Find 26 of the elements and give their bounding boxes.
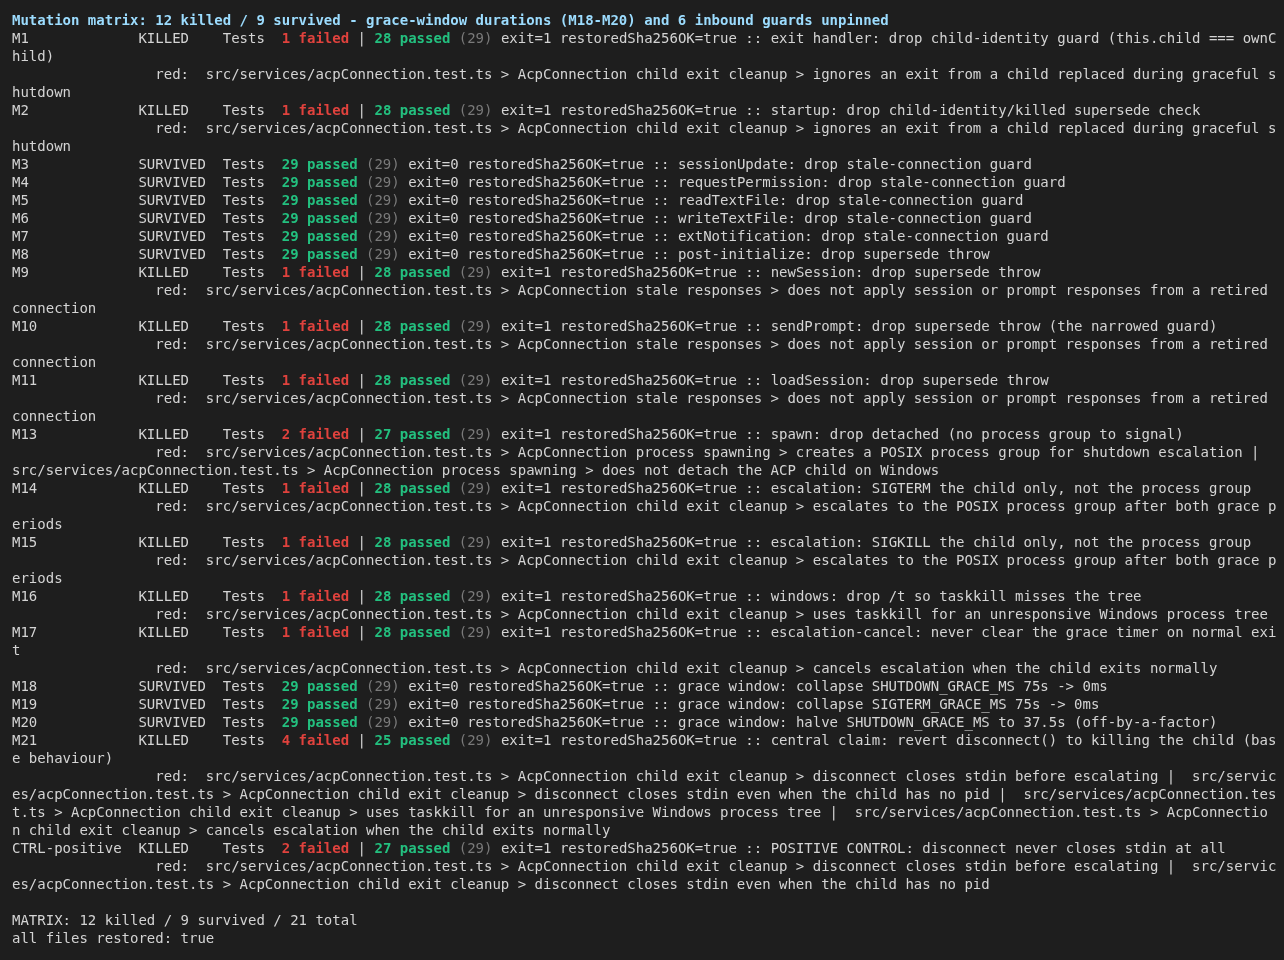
mutant-result-line: M15 KILLED Tests 1 failed | 28 passed (29) exit=1 restoredSha256OK=true :: escalation: SIGKILL the child only, not the process group: [12, 533, 1253, 551]
failing-tests-line: red: src/services/acpConnection.test.ts > AcpConnection child exit cleanup > uses taskkill for an unresponsive Windows process tree: [154, 605, 1269, 623]
mutant-result-line: M21 KILLED Tests 4 failed | 25 passed (29) exit=1 restoredSha256OK=true :: central claim: revert disconnect() to killing the child (base behaviour): [12, 731, 1278, 767]
mutant-result-line: M10 KILLED Tests 1 failed | 28 passed (29) exit=1 restoredSha256OK=true :: sendPrompt: drop supersede throw (the narrowed guard): [12, 317, 1219, 335]
mutant-result-line: M2 KILLED Tests 1 failed | 28 passed (29) exit=1 restoredSha256OK=true :: startup: drop child-identity/killed supersede check: [12, 101, 1202, 119]
mutant-result-line: M11 KILLED Tests 1 failed | 28 passed (29) exit=1 restoredSha256OK=true :: loadSession: drop supersede throw: [12, 371, 1050, 389]
mutant-result-line: M6 SURVIVED Tests 29 passed (29) exit=0 restoredSha256OK=true :: writeTextFile: drop stale-connection guard: [12, 209, 1033, 227]
mutant-result-line: M20 SURVIVED Tests 29 passed (29) exit=0 restoredSha256OK=true :: grace window: halve SHUTDOWN_GRACE_MS to 37.5s (off-by-a-factor): [12, 713, 1219, 731]
failing-tests-line: red: src/services/acpConnection.test.ts > AcpConnection child exit cleanup > disconnect closes stdin before escalating | src/services/acpConnection.test.ts > AcpConnection child exit cleanup > disconnect closes stdin even when the child has no pid: [12, 857, 1278, 893]
mutant-result-line: M19 SURVIVED Tests 29 passed (29) exit=0 restoredSha256OK=true :: grace window: collapse SIGTERM_GRACE_MS 75s -> 0ms: [12, 695, 1101, 713]
mutant-result-line: M3 SURVIVED Tests 29 passed (29) exit=0 restoredSha256OK=true :: sessionUpdate: drop stale-connection guard: [12, 155, 1033, 173]
mutant-result-line: M13 KILLED Tests 2 failed | 27 passed (29) exit=1 restoredSha256OK=true :: spawn: drop detached (no process group to signal): [12, 425, 1185, 443]
mutant-result-line: M8 SURVIVED Tests 29 passed (29) exit=0 restoredSha256OK=true :: post-initialize: drop supersede throw: [12, 245, 991, 263]
mutant-result-line: CTRL-positive KILLED Tests 2 failed | 27 passed (29) exit=1 restoredSha256OK=true :: POSITIVE CONTROL: disconnect never closes stdin at all: [12, 839, 1227, 857]
mutant-result-line: M5 SURVIVED Tests 29 passed (29) exit=0 restoredSha256OK=true :: readTextFile: drop stale-connection guard: [12, 191, 1025, 209]
mutant-result-line: M7 SURVIVED Tests 29 passed (29) exit=0 restoredSha256OK=true :: extNotification: drop stale-connection guard: [12, 227, 1050, 245]
footer-line: MATRIX: 12 killed / 9 survived / 21 total: [12, 912, 358, 928]
mutant-result-line: M14 KILLED Tests 1 failed | 28 passed (29) exit=1 restoredSha256OK=true :: escalation: SIGTERM the child only, not the process group: [12, 479, 1253, 497]
mutant-result-line: M9 KILLED Tests 1 failed | 28 passed (29) exit=1 restoredSha256OK=true :: newSession: drop supersede throw: [12, 263, 1042, 281]
footer-line: all files restored: true: [12, 930, 215, 946]
summary-heading: Mutation matrix: 12 killed / 9 survived - grace-window durations (M18-M20) and 6 inbound guards unpinned: [12, 12, 889, 28]
mutant-result-line: M18 SURVIVED Tests 29 passed (29) exit=0 restoredSha256OK=true :: grace window: collapse SHUTDOWN_GRACE_MS 75s -> 0ms: [12, 677, 1109, 695]
mutant-result-line: M1 KILLED Tests 1 failed | 28 passed (29) exit=1 restoredSha256OK=true :: exit handler: drop child-identity guard (this.child === ownChild): [12, 29, 1278, 65]
mutant-result-line: M4 SURVIVED Tests 29 passed (29) exit=0 restoredSha256OK=true :: requestPermission: drop stale-connection guard: [12, 173, 1067, 191]
failing-tests-line: red: src/services/acpConnection.test.ts > AcpConnection child exit cleanup > cancels escalation when the child exits normally: [154, 659, 1219, 677]
mutant-result-line: M16 KILLED Tests 1 failed | 28 passed (29) exit=1 restoredSha256OK=true :: windows: drop /t so taskkill misses the tree: [12, 587, 1143, 605]
